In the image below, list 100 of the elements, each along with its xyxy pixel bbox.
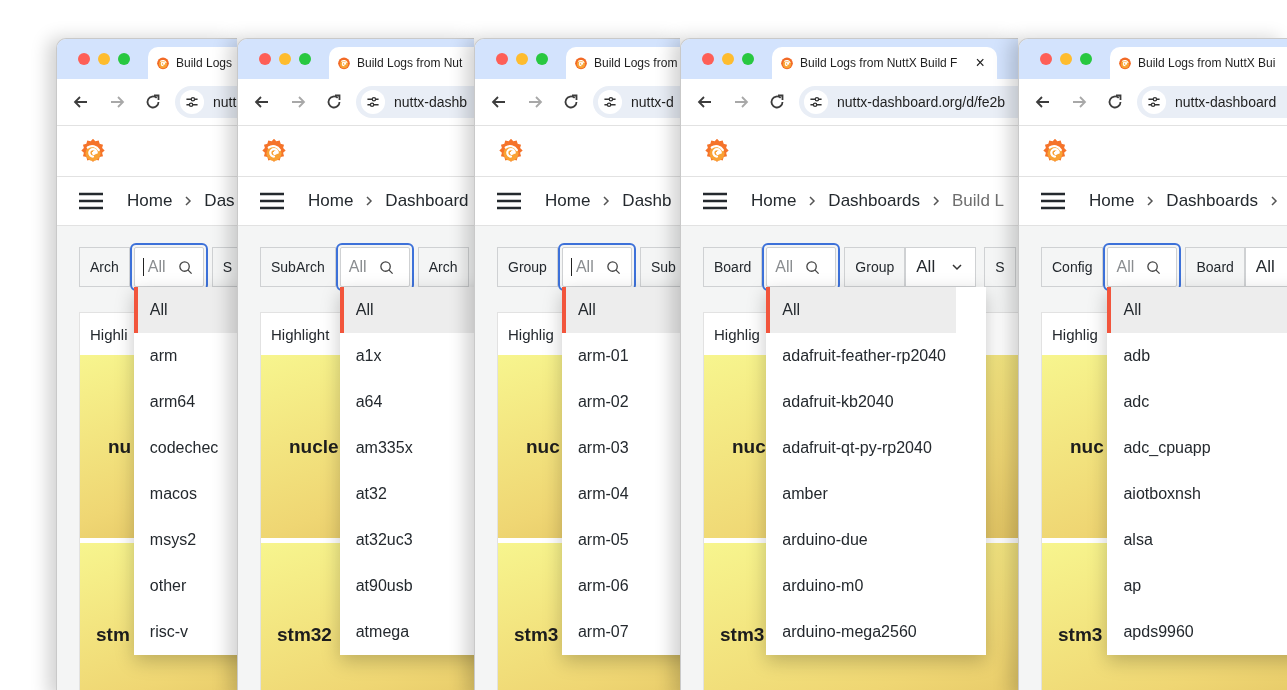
swirl-logo-icon[interactable]: [1041, 137, 1069, 165]
select-field[interactable]: All: [1244, 247, 1287, 287]
browser-tab[interactable]: Build Logs: [148, 47, 237, 79]
dropdown-option[interactable]: at32: [339, 471, 474, 517]
chevron-icon: [365, 195, 374, 207]
panel-title: Highli: [90, 325, 128, 343]
breadcrumb-link[interactable]: Dashboard: [385, 191, 469, 211]
dropdown-option[interactable]: codechec: [133, 425, 237, 471]
dropdown-option[interactable]: All: [339, 287, 474, 333]
dropdown-option[interactable]: amber: [766, 471, 957, 517]
dropdown-option[interactable]: arduino-m0: [766, 563, 957, 609]
breadcrumb-link[interactable]: Dashboards: [1166, 191, 1259, 211]
dropdown-option[interactable]: adafruit-kb2040: [766, 379, 957, 425]
window-zoom-button[interactable]: [1080, 53, 1092, 65]
window-zoom-button[interactable]: [118, 53, 130, 65]
breadcrumb-link[interactable]: Home: [127, 191, 173, 211]
dropdown-option[interactable]: arm: [133, 333, 237, 379]
breadcrumb-link[interactable]: Dashb: [622, 191, 672, 211]
panel-title: Highlight: [271, 325, 330, 343]
breadcrumb-link[interactable]: Home: [308, 191, 354, 211]
dropdown-option[interactable]: msys2: [133, 517, 237, 563]
dropdown-option[interactable]: at90usb: [339, 563, 474, 609]
site-settings-icon[interactable]: [360, 89, 386, 115]
dropdown-option[interactable]: adafruit-feather-rp2040: [766, 333, 957, 379]
window-zoom-button[interactable]: [536, 53, 548, 65]
menu-icon[interactable]: [79, 192, 103, 210]
dropdown-option[interactable]: risc-v: [133, 609, 237, 655]
dropdown-option[interactable]: arm-01: [561, 333, 680, 379]
window-close-button[interactable]: [496, 53, 508, 65]
window-close-button[interactable]: [1040, 53, 1052, 65]
dropdown-option[interactable]: adc: [1107, 379, 1287, 425]
dropdown-option[interactable]: alsa: [1107, 517, 1287, 563]
dropdown-option[interactable]: arm-07: [561, 609, 680, 655]
menu-icon[interactable]: [703, 192, 727, 210]
browser-tab[interactable]: Build Logs from Nut: [329, 47, 474, 79]
address-bar[interactable]: nuttx-dashboard: [1137, 86, 1287, 118]
site-settings-icon[interactable]: [1141, 89, 1167, 115]
dropdown-option[interactable]: am335x: [339, 425, 474, 471]
browser-tab[interactable]: Build Logs from: [566, 47, 680, 79]
dropdown-option[interactable]: arm-02: [561, 379, 680, 425]
window-zoom-button[interactable]: [742, 53, 754, 65]
breadcrumb-link[interactable]: Dashboards: [828, 191, 921, 211]
dropdown-option[interactable]: atmega: [339, 609, 474, 655]
browser-tab[interactable]: Build Logs from NuttX Build F ×: [772, 47, 997, 79]
dropdown-option[interactable]: All: [561, 287, 680, 333]
swirl-logo-icon: [1118, 56, 1132, 70]
dropdown-option[interactable]: All: [766, 287, 957, 333]
dropdown-option[interactable]: All: [1107, 287, 1287, 333]
variable-label: Arch: [79, 247, 130, 287]
dropdown-option[interactable]: macos: [133, 471, 237, 517]
dropdown-option[interactable]: arm-04: [561, 471, 680, 517]
swirl-logo-icon[interactable]: [260, 137, 288, 165]
tab-close-button[interactable]: ×: [971, 54, 989, 72]
dropdown-option[interactable]: arduino-due: [766, 517, 957, 563]
address-bar[interactable]: nutt: [175, 86, 237, 118]
breadcrumb-link[interactable]: Das: [204, 191, 235, 211]
window-close-button[interactable]: [259, 53, 271, 65]
menu-icon[interactable]: [260, 192, 284, 210]
swirl-logo-icon[interactable]: [497, 137, 525, 165]
dropdown-option[interactable]: apds9960: [1107, 609, 1287, 655]
address-bar[interactable]: nuttx-dashb: [356, 86, 474, 118]
dropdown-option[interactable]: ap: [1107, 563, 1287, 609]
window-close-button[interactable]: [702, 53, 714, 65]
window-close-button[interactable]: [78, 53, 90, 65]
site-settings-icon[interactable]: [179, 89, 205, 115]
swirl-logo-icon[interactable]: [703, 137, 731, 165]
dropdown-option[interactable]: adafruit-qt-py-rp2040: [766, 425, 957, 471]
dropdown-option[interactable]: aiotboxnsh: [1107, 471, 1287, 517]
window-zoom-button[interactable]: [299, 53, 311, 65]
tile-value: stm3: [719, 623, 765, 646]
address-bar[interactable]: nuttx-dashboard.org/d/fe2b: [799, 86, 1018, 118]
breadcrumb-link[interactable]: Home: [751, 191, 797, 211]
site-settings-icon[interactable]: [597, 89, 623, 115]
breadcrumb-link[interactable]: Home: [545, 191, 591, 211]
dropdown-option[interactable]: a1x: [339, 333, 474, 379]
address-bar[interactable]: nuttx-d: [593, 86, 680, 118]
browser-tab[interactable]: Build Logs from NuttX Bui: [1110, 47, 1287, 79]
swirl-logo-icon[interactable]: [79, 137, 107, 165]
dropdown-option[interactable]: arm-06: [561, 563, 680, 609]
variable-label: S: [211, 247, 237, 287]
select-field[interactable]: All: [905, 247, 977, 287]
dropdown-option[interactable]: arm-03: [561, 425, 680, 471]
menu-icon[interactable]: [497, 192, 521, 210]
variable-label: S: [984, 247, 1016, 287]
breadcrumb-link[interactable]: Home: [1089, 191, 1135, 211]
dropdown-option[interactable]: other: [133, 563, 237, 609]
dropdown-option[interactable]: arm-05: [561, 517, 680, 563]
dropdown-option[interactable]: arm64: [133, 379, 237, 425]
dropdown-option[interactable]: adb: [1107, 333, 1287, 379]
tile-value: stm3: [1057, 623, 1103, 646]
dropdown-option[interactable]: arduino-mega2560: [766, 609, 957, 655]
dropdown-option[interactable]: adc_cpuapp: [1107, 425, 1287, 471]
site-settings-icon[interactable]: [803, 89, 829, 115]
search-icon: [605, 259, 621, 275]
dropdown-option[interactable]: a64: [339, 379, 474, 425]
dropdown-option[interactable]: at32uc3: [339, 517, 474, 563]
url-text: nuttx-d: [631, 94, 674, 110]
breadcrumb-link[interactable]: Build L: [952, 191, 1004, 211]
menu-icon[interactable]: [1041, 192, 1065, 210]
dropdown-option[interactable]: All: [133, 287, 237, 333]
